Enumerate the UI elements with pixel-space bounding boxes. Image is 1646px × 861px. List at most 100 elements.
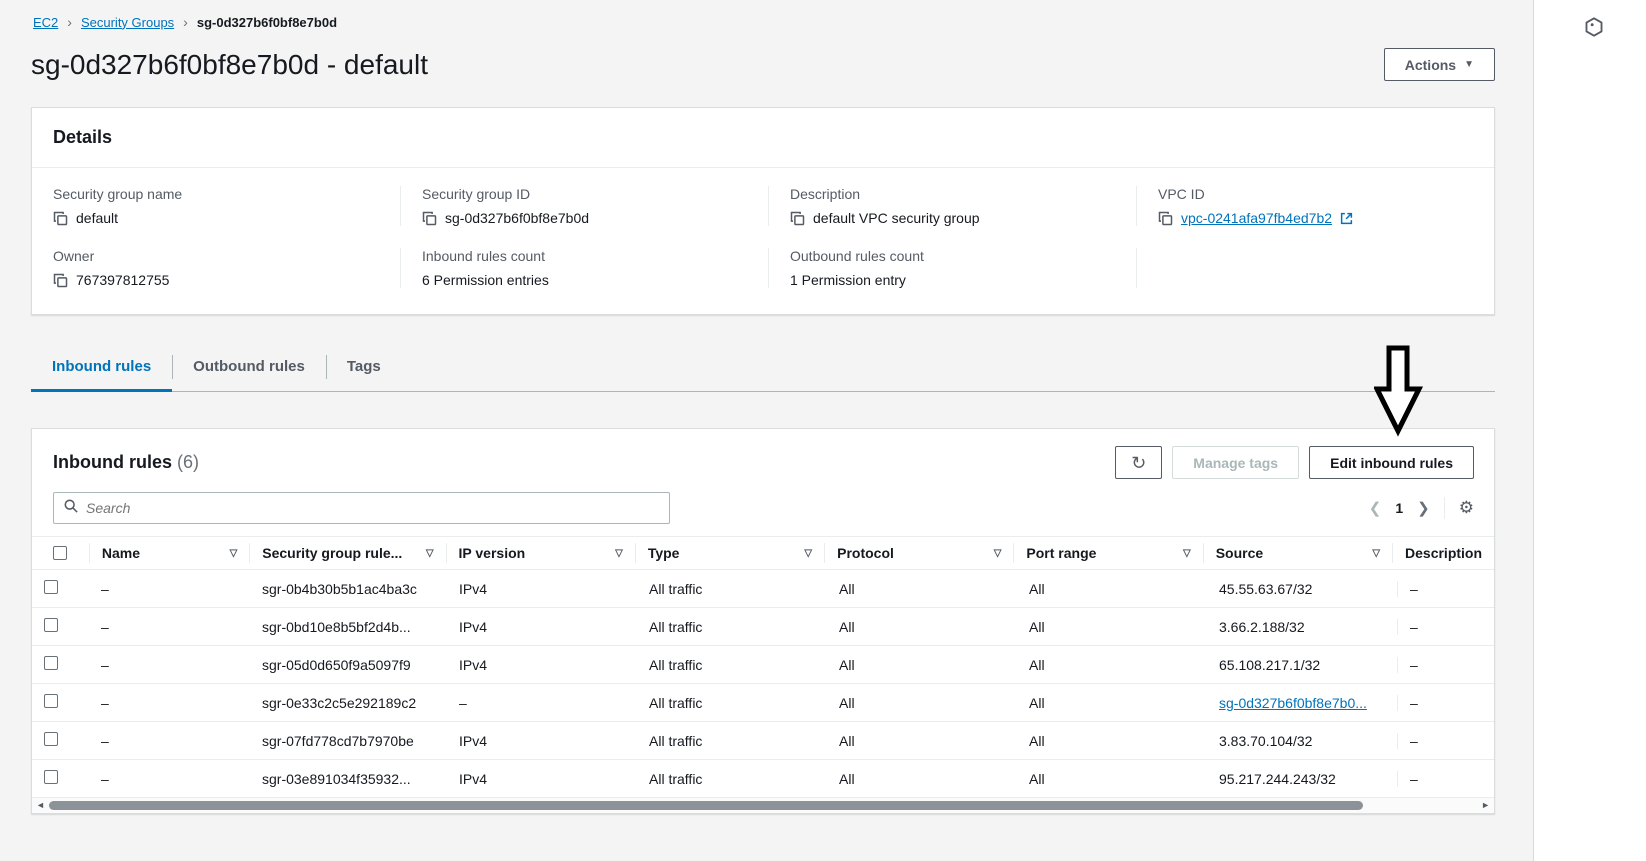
- tab-bar: Inbound rules Outbound rules Tags: [31, 345, 1495, 392]
- breadcrumb-security-groups-link[interactable]: Security Groups: [81, 15, 174, 30]
- field-value: 6 Permission entries: [422, 272, 549, 288]
- column-ip-version: IP version: [458, 545, 526, 561]
- scrollbar-thumb[interactable]: [48, 801, 1363, 810]
- cell-rule-id: sgr-03e891034f35932...: [262, 770, 411, 787]
- cell-source: 45.55.63.67/32: [1219, 580, 1313, 597]
- copy-icon[interactable]: [53, 273, 68, 288]
- inbound-rules-table: Name ▽ Security group rule... ▽ IP version…: [32, 536, 1494, 813]
- row-checkbox[interactable]: [44, 732, 58, 746]
- breadcrumb-current: sg-0d327b6f0bf8e7b0d: [196, 14, 338, 30]
- cell-description: –: [1397, 732, 1494, 749]
- hexagon-extension-icon[interactable]: [1583, 16, 1605, 43]
- table-row[interactable]: – sgr-05d0d650f9a5097f9 IPv4 All traffic…: [32, 646, 1494, 684]
- filter-icon[interactable]: ▽: [426, 548, 434, 559]
- actions-button[interactable]: Actions ▼: [1383, 48, 1495, 81]
- cell-port-range: All: [1029, 618, 1045, 635]
- copy-icon[interactable]: [1158, 211, 1173, 226]
- row-checkbox[interactable]: [44, 770, 58, 784]
- cell-ip-version: IPv4: [459, 656, 488, 673]
- details-card: Details Security group name default Secu…: [31, 107, 1495, 315]
- cell-source: 3.83.70.104/32: [1219, 732, 1313, 749]
- filter-icon[interactable]: ▽: [1372, 548, 1380, 559]
- cell-type: All traffic: [649, 618, 703, 635]
- cell-description: –: [1397, 770, 1494, 787]
- row-checkbox[interactable]: [44, 618, 58, 632]
- table-row[interactable]: – sgr-0e33c2c5e292189c2 – All traffic Al…: [32, 684, 1494, 722]
- filter-icon[interactable]: ▽: [804, 548, 812, 559]
- cell-type: All traffic: [649, 656, 703, 673]
- column-protocol: Protocol: [837, 545, 894, 561]
- edit-inbound-rules-button[interactable]: Edit inbound rules: [1309, 446, 1474, 479]
- row-checkbox[interactable]: [44, 580, 58, 594]
- column-rule-id: Security group rule...: [262, 545, 403, 561]
- cell-port-range: All: [1029, 770, 1045, 787]
- vpc-id-link[interactable]: vpc-0241afa97fb4ed7b2: [1181, 210, 1332, 226]
- external-link-icon: [1340, 212, 1353, 225]
- breadcrumb-separator-icon: ›: [183, 14, 188, 30]
- cell-rule-id: sgr-07fd778cd7b7970be: [262, 732, 414, 749]
- filter-icon[interactable]: ▽: [994, 548, 1002, 559]
- row-checkbox[interactable]: [44, 656, 58, 670]
- prev-page-icon[interactable]: ❮: [1369, 499, 1382, 517]
- settings-gear-icon[interactable]: ⚙: [1459, 498, 1474, 518]
- cell-name: –: [101, 618, 109, 635]
- cell-source: 3.66.2.188/32: [1219, 618, 1305, 635]
- breadcrumb-separator-icon: ›: [67, 14, 72, 30]
- search-input[interactable]: [86, 500, 659, 516]
- copy-icon[interactable]: [53, 211, 68, 226]
- copy-icon[interactable]: [790, 211, 805, 226]
- copy-icon[interactable]: [422, 211, 437, 226]
- scrollbar-track[interactable]: [48, 801, 1477, 810]
- cell-protocol: All: [839, 618, 855, 635]
- field-value: default: [76, 210, 119, 226]
- table-row[interactable]: – sgr-0b4b30b5b1ac4ba3c IPv4 All traffic…: [32, 570, 1494, 608]
- cell-type: All traffic: [649, 694, 703, 711]
- table-row[interactable]: – sgr-07fd778cd7b7970be IPv4 All traffic…: [32, 722, 1494, 760]
- source-security-group-link[interactable]: sg-0d327b6f0bf8e7b0...: [1219, 695, 1367, 711]
- column-source: Source: [1215, 545, 1264, 561]
- field-outbound-rules-count: Outbound rules count 1 Permission entry: [768, 248, 1136, 288]
- field-value: 767397812755: [76, 272, 170, 288]
- filter-icon[interactable]: ▽: [615, 548, 623, 559]
- cell-type: All traffic: [649, 580, 703, 597]
- table-row[interactable]: – sgr-0bd10e8b5bf2d4b... IPv4 All traffi…: [32, 608, 1494, 646]
- horizontal-scrollbar[interactable]: ◄ ►: [32, 798, 1494, 813]
- field-security-group-name: Security group name default: [32, 186, 400, 226]
- cell-source: 65.108.217.1/32: [1219, 656, 1321, 673]
- page-number[interactable]: 1: [1395, 500, 1403, 516]
- cell-name: –: [101, 656, 109, 673]
- field-empty: [1136, 248, 1494, 288]
- field-vpc-id: VPC ID vpc-0241afa97fb4ed7b2: [1136, 186, 1494, 226]
- cell-protocol: All: [839, 656, 855, 673]
- cell-type: All traffic: [649, 770, 703, 787]
- select-all-checkbox[interactable]: [53, 546, 67, 560]
- filter-icon[interactable]: ▽: [1183, 548, 1191, 559]
- manage-tags-button[interactable]: Manage tags: [1172, 446, 1300, 479]
- cell-name: –: [101, 694, 109, 711]
- row-checkbox[interactable]: [44, 694, 58, 708]
- next-page-icon[interactable]: ❯: [1417, 499, 1430, 517]
- refresh-icon: ↻: [1131, 452, 1147, 473]
- tab-tags[interactable]: Tags: [325, 345, 402, 391]
- search-box[interactable]: [53, 492, 670, 524]
- filter-icon[interactable]: ▽: [230, 548, 238, 559]
- field-label: Description: [790, 186, 861, 202]
- cell-port-range: All: [1029, 694, 1045, 711]
- scroll-right-icon[interactable]: ►: [1481, 801, 1490, 810]
- tab-inbound-rules[interactable]: Inbound rules: [31, 345, 173, 392]
- table-row[interactable]: – sgr-03e891034f35932... IPv4 All traffi…: [32, 760, 1494, 798]
- details-title: Details: [53, 127, 113, 147]
- cell-protocol: All: [839, 694, 855, 711]
- column-type: Type: [647, 545, 680, 561]
- refresh-button[interactable]: ↻: [1115, 446, 1163, 479]
- cell-protocol: All: [839, 580, 855, 597]
- table-header-row: Name ▽ Security group rule... ▽ IP version…: [32, 537, 1494, 570]
- scroll-left-icon[interactable]: ◄: [36, 801, 45, 810]
- divider: [1443, 497, 1445, 519]
- column-name: Name: [101, 545, 140, 561]
- cell-description: –: [1397, 656, 1494, 673]
- cell-port-range: All: [1029, 580, 1045, 597]
- breadcrumb-ec2-link[interactable]: EC2: [33, 15, 58, 30]
- field-label: Inbound rules count: [422, 248, 545, 264]
- tab-outbound-rules[interactable]: Outbound rules: [172, 345, 326, 391]
